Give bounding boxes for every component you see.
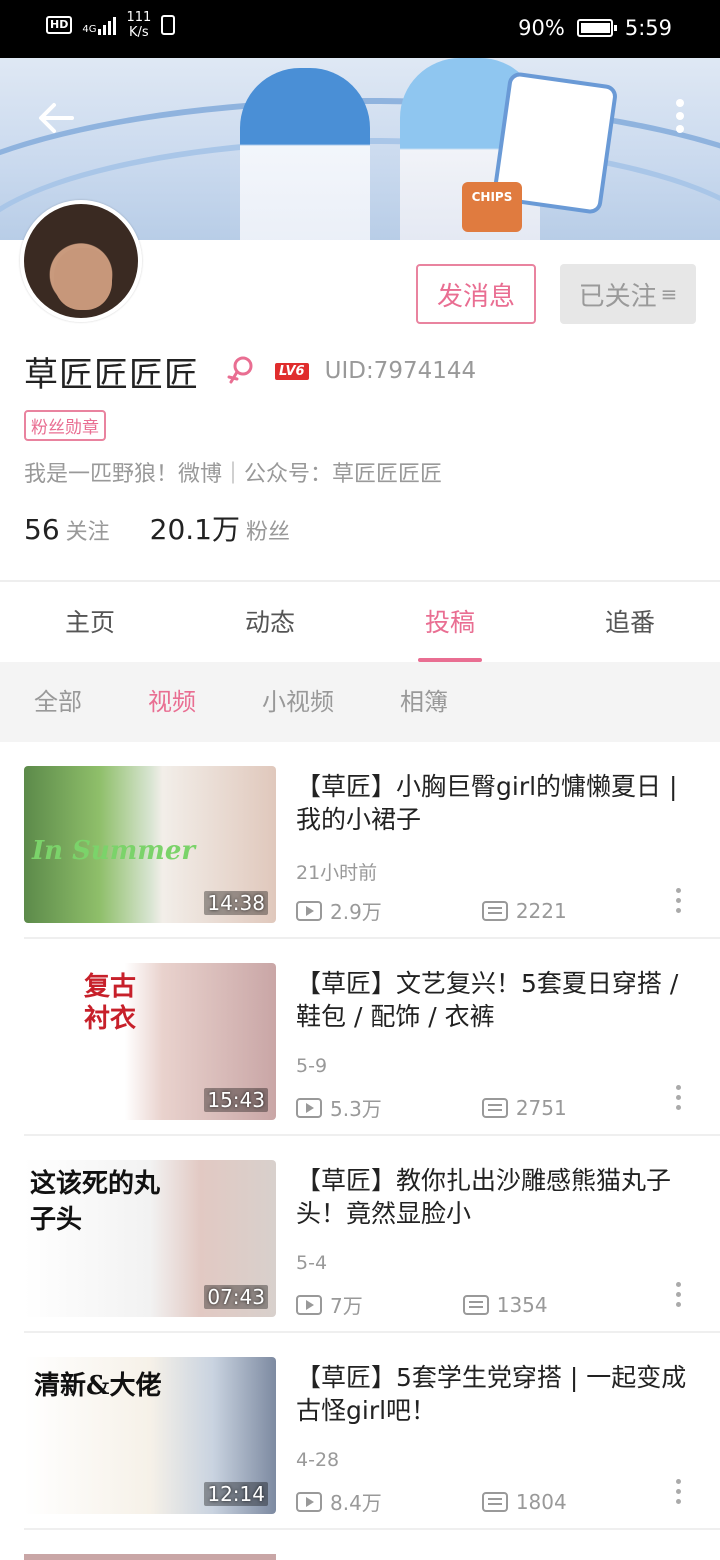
danmaku-count: 2221 [515, 898, 567, 923]
video-thumbnail[interactable]: 复古衬衣 15:43 [24, 963, 276, 1120]
thumbnail-caption: In Summer [32, 836, 196, 866]
play-count-icon [296, 1491, 322, 1512]
profile-tabs: 主页 动态 投稿 追番 [0, 584, 720, 662]
network-speed: 111 K/s [126, 10, 152, 40]
video-title[interactable]: 【草匠】文艺复兴！5套夏日穿搭 / 鞋包 / 配饰 / 衣裤 [296, 967, 700, 1033]
subtab-video[interactable]: 视频 [148, 662, 196, 742]
username: 草匠匠匠匠 [24, 354, 199, 395]
menu-icon: ≡ [660, 282, 678, 306]
video-time: 5-4 [296, 1252, 328, 1274]
bio-text: 我是一匹野狼！微博｜公众号：草匠匠匠匠 [24, 462, 443, 487]
danmaku-icon [462, 1294, 489, 1315]
video-stats: 5.3万 2751 [296, 1093, 567, 1122]
clock: 5:59 [624, 16, 672, 40]
tab-home[interactable]: 主页 [0, 584, 180, 662]
following-count[interactable]: 56 [24, 513, 60, 546]
video-list: In Summer 14:38 【草匠】小胸巨臀girl的慵懒夏日 | 我的小裙… [0, 742, 720, 1530]
status-left: HD 4G 111 K/s [46, 10, 176, 40]
fans-label[interactable]: 粉丝 [246, 514, 290, 546]
network-type: 4G [82, 24, 97, 35]
video-duration: 14:38 [204, 891, 268, 915]
video-item[interactable]: 清新&大佬 12:14 【草匠】5套学生党穿搭 | 一起变成古怪girl吧！ 4… [24, 1333, 720, 1530]
tab-uploads[interactable]: 投稿 [360, 584, 540, 662]
video-time: 5-9 [296, 1055, 328, 1077]
thumbnail-caption: 复古衬衣 [84, 972, 137, 1034]
view-count: 8.4万 [330, 1491, 382, 1515]
video-duration: 07:43 [204, 1285, 268, 1309]
video-thumbnail[interactable]: In Summer 14:38 [24, 766, 276, 923]
danmaku-icon [481, 1491, 508, 1512]
subtab-all[interactable]: 全部 [34, 662, 82, 742]
video-title[interactable]: 【草匠】小胸巨臀girl的慵懒夏日 | 我的小裙子 [296, 770, 700, 836]
play-count-icon [296, 1294, 322, 1315]
upload-subtabs: 全部 视频 小视频 相簿 [0, 662, 720, 742]
tab-dynamics[interactable]: 动态 [180, 584, 360, 662]
video-duration: 12:14 [204, 1482, 268, 1506]
video-time: 21小时前 [296, 862, 378, 884]
followed-label: 已关注 [578, 281, 657, 312]
danmaku-count: 2751 [515, 1095, 567, 1120]
video-more-icon[interactable] [676, 1282, 684, 1310]
followed-button[interactable]: 已关注 ≡ [560, 264, 696, 324]
video-item[interactable]: 复古衬衣 15:43 【草匠】文艺复兴！5套夏日穿搭 / 鞋包 / 配饰 / 衣… [24, 939, 720, 1136]
video-item[interactable]: In Summer 14:38 【草匠】小胸巨臀girl的慵懒夏日 | 我的小裙… [24, 742, 720, 939]
video-duration: 15:43 [204, 1088, 268, 1112]
view-count: 7万 [330, 1294, 363, 1318]
video-item[interactable]: 这该死的丸子头 07:43 【草匠】教你扎出沙雕感熊猫丸子头！竟然显脸小 5-4… [24, 1136, 720, 1333]
profile-name-row: 草匠匠匠匠 LV6 UID:7974144 [24, 348, 477, 395]
profile-stats: 56 关注 20.1万 粉丝 [24, 508, 330, 548]
send-message-button[interactable]: 发消息 [416, 264, 536, 324]
banner-character-1 [240, 68, 370, 240]
video-more-icon[interactable] [676, 888, 684, 916]
video-stats: 7万 1354 [296, 1290, 548, 1319]
video-time: 4-28 [296, 1449, 340, 1471]
video-title[interactable]: 【草匠】教你扎出沙雕感熊猫丸子头！竟然显脸小 [296, 1164, 700, 1230]
section-divider [0, 580, 720, 582]
level-badge: LV6 [275, 362, 309, 380]
fan-medal-badge[interactable]: 粉丝勋章 [24, 410, 106, 441]
play-count-icon [296, 900, 322, 921]
danmaku-icon [481, 1097, 508, 1118]
battery-icon [576, 19, 617, 37]
danmaku-count: 1804 [515, 1489, 567, 1514]
more-options-icon[interactable] [674, 98, 686, 134]
banner-chips: CHIPS [462, 182, 522, 232]
view-count: 2.9万 [330, 900, 382, 924]
following-label[interactable]: 关注 [66, 514, 110, 546]
back-arrow-icon[interactable] [36, 98, 76, 138]
danmaku-count: 1354 [496, 1292, 548, 1317]
next-video-thumbnail-peek [24, 1554, 276, 1560]
video-thumbnail[interactable]: 清新&大佬 12:14 [24, 1357, 276, 1514]
view-count: 5.3万 [330, 1097, 382, 1121]
video-title[interactable]: 【草匠】5套学生党穿搭 | 一起变成古怪girl吧！ [296, 1361, 700, 1427]
hd-icon: HD [46, 16, 73, 34]
tab-bangumi[interactable]: 追番 [540, 584, 720, 662]
vibrate-icon [161, 15, 176, 35]
play-count-icon [296, 1097, 322, 1118]
signal-icon: 4G [82, 15, 117, 35]
uid-text: UID:7974144 [324, 358, 477, 384]
thumbnail-caption: 这该死的丸子头 [30, 1169, 161, 1235]
danmaku-icon [481, 900, 508, 921]
fans-count[interactable]: 20.1万 [150, 508, 240, 548]
video-more-icon[interactable] [676, 1085, 684, 1113]
battery-percent: 90% [518, 16, 565, 40]
subtab-short-video[interactable]: 小视频 [262, 662, 334, 742]
video-thumbnail[interactable]: 这该死的丸子头 07:43 [24, 1160, 276, 1317]
video-stats: 8.4万 1804 [296, 1487, 567, 1516]
female-gender-icon [227, 356, 253, 384]
thumbnail-caption: 清新&大佬 [34, 1371, 162, 1401]
subtab-album[interactable]: 相簿 [400, 662, 448, 742]
status-right: 90% 5:59 [518, 16, 672, 40]
video-stats: 2.9万 2221 [296, 896, 567, 925]
video-more-icon[interactable] [676, 1479, 684, 1507]
avatar[interactable] [20, 200, 142, 322]
status-bar: HD 4G 111 K/s 90% 5:59 [0, 0, 720, 58]
